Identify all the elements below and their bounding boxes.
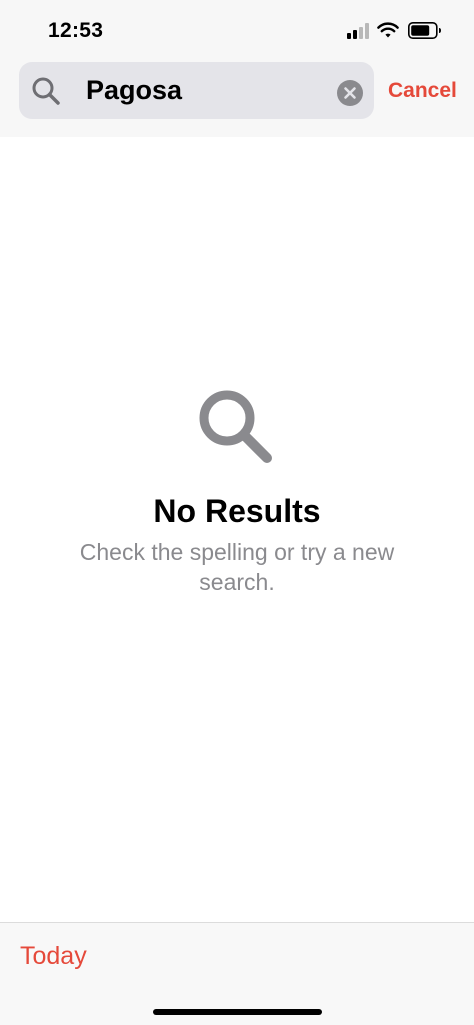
- search-query-text: Pagosa: [86, 75, 183, 105]
- home-indicator[interactable]: [153, 1009, 322, 1015]
- battery-icon: [408, 22, 441, 39]
- empty-state-title: No Results: [153, 493, 321, 529]
- header: 12:53 Pagosa Cancel: [0, 0, 474, 137]
- no-results-search-icon: [199, 390, 272, 463]
- wifi-icon: [377, 22, 399, 38]
- status-bar: 12:53: [0, 0, 474, 60]
- today-button[interactable]: Today: [20, 941, 87, 971]
- empty-state-message: Check the spelling or try a new search.: [79, 539, 395, 595]
- cellular-signal-icon: [347, 23, 371, 39]
- search-icon: [32, 77, 60, 105]
- clear-search-icon[interactable]: [336, 79, 364, 107]
- status-time: 12:53: [48, 19, 104, 42]
- screen: 12:53 Pagosa Cancel No Results Check the…: [0, 0, 474, 1025]
- cancel-button[interactable]: Cancel: [388, 78, 457, 104]
- search-input[interactable]: Pagosa: [19, 62, 374, 119]
- bottom-toolbar: Today: [0, 922, 474, 1025]
